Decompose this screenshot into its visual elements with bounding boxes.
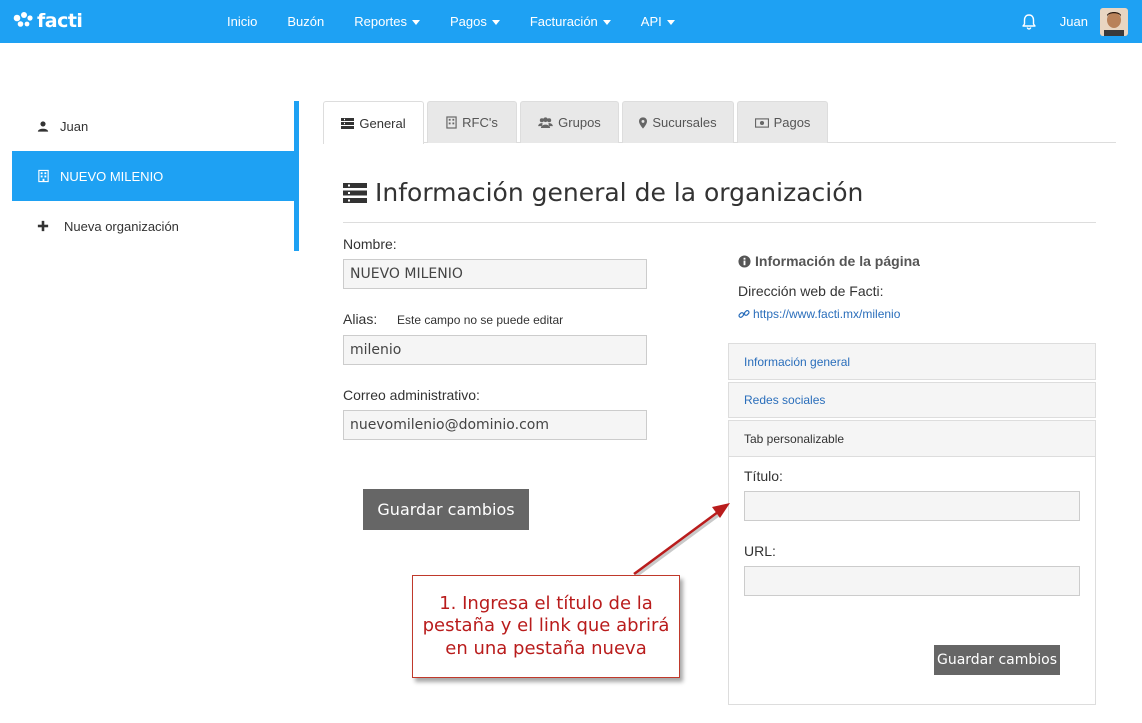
tab-general[interactable]: General	[323, 101, 424, 144]
sidebar-item-nueva-organizacion[interactable]: Nueva organización	[12, 201, 294, 251]
caret-down-icon	[602, 19, 611, 25]
nav-user-area: Juan	[1020, 0, 1128, 43]
sidebar-item-nuevo-milenio[interactable]: NUEVO MILENIO	[12, 151, 294, 201]
divider	[343, 222, 1096, 223]
bell-icon[interactable]	[1020, 13, 1038, 31]
url-label: URL:	[744, 543, 776, 559]
sidebar-item-label: NUEVO MILENIO	[60, 168, 164, 184]
panel-redes-sociales[interactable]: Redes sociales	[728, 382, 1096, 418]
nombre-label: Nombre:	[343, 236, 397, 252]
nav-facturacion[interactable]: Facturación	[515, 14, 626, 29]
caret-down-icon	[491, 19, 500, 25]
nav-label: Facturación	[529, 14, 598, 29]
facti-logo[interactable]: facti	[12, 8, 83, 34]
users-icon	[538, 117, 554, 128]
nav-inicio[interactable]: Inicio	[212, 14, 272, 29]
alias-note: Este campo no se puede editar	[397, 313, 564, 327]
alias-input: milenio	[343, 335, 647, 365]
tab-pagos[interactable]: Pagos	[737, 101, 828, 143]
logo-dots-icon	[13, 12, 33, 27]
nav-label: Inicio	[227, 14, 258, 29]
tab-label: Sucursales	[652, 115, 717, 130]
page-info-title: Información de la página	[738, 253, 920, 269]
nav-label: Pagos	[449, 14, 487, 29]
nav-buzon[interactable]: Buzón	[272, 14, 339, 29]
nav-pagos[interactable]: Pagos	[435, 14, 515, 29]
correo-input[interactable]: nuevomilenio@dominio.com	[343, 410, 647, 440]
settings-tabs: General RFC's Grupos Sucursales Pagos	[323, 101, 1116, 144]
web-address-label: Dirección web de Facti:	[738, 283, 884, 299]
nav-reportes[interactable]: Reportes	[339, 14, 435, 29]
alias-label: Alias:	[343, 311, 378, 327]
building-icon	[446, 116, 457, 129]
nombre-input[interactable]: NUEVO MILENIO	[343, 259, 647, 289]
save-button[interactable]: Guardar cambios	[363, 489, 529, 530]
correo-label: Correo administrativo:	[343, 387, 480, 403]
list-icon	[343, 182, 367, 203]
panel-label: Tab personalizable	[744, 431, 845, 446]
tab-label: General	[359, 115, 406, 131]
sidebar-item-label: Nueva organización	[64, 218, 179, 234]
tab-grupos[interactable]: Grupos	[520, 101, 619, 143]
panel-label: Redes sociales	[744, 393, 826, 407]
map-marker-icon	[639, 116, 648, 129]
user-icon	[36, 119, 50, 133]
sidebar-item-juan[interactable]: Juan	[12, 101, 294, 151]
page-title-text: Información general de la organización	[375, 178, 864, 207]
instruction-callout: 1. Ingresa el título de la pestaña y el …	[412, 575, 680, 678]
top-navbar: facti Inicio Buzón Reportes Pagos Factur…	[0, 0, 1142, 43]
callout-text: 1. Ingresa el título de la pestaña y el …	[422, 592, 670, 659]
nav-api[interactable]: API	[626, 14, 690, 29]
caret-down-icon	[411, 19, 420, 25]
panel-tab-personalizable[interactable]: Tab personalizable	[728, 420, 1096, 457]
tab-label: RFC's	[462, 115, 498, 130]
titulo-input[interactable]	[744, 491, 1080, 521]
sidebar-item-label: Juan	[60, 118, 89, 134]
panel-label: Información general	[744, 354, 851, 369]
url-input[interactable]	[744, 566, 1080, 596]
list-icon	[341, 117, 355, 129]
nav-label: API	[640, 14, 662, 29]
tab-rfcs[interactable]: RFC's	[427, 101, 517, 143]
nav-label: Buzón	[287, 14, 325, 29]
custom-tab-save-button[interactable]: Guardar cambios	[934, 645, 1060, 675]
avatar[interactable]	[1100, 7, 1128, 36]
money-icon	[754, 117, 769, 128]
tab-sucursales[interactable]: Sucursales	[622, 101, 734, 143]
page-info-title-text: Información de la página	[755, 253, 920, 269]
tab-label: Grupos	[558, 115, 601, 130]
caret-down-icon	[666, 19, 675, 25]
facti-url-text: https://www.facti.mx/milenio	[753, 307, 901, 321]
tab-label: Pagos	[773, 115, 811, 130]
facti-url-link[interactable]: https://www.facti.mx/milenio	[738, 307, 900, 321]
page-title: Información general de la organización	[343, 178, 863, 207]
organization-sidebar: Juan NUEVO MILENIO Nueva organización	[12, 101, 299, 251]
plus-icon	[36, 219, 50, 233]
avatar-image	[1100, 7, 1128, 36]
info-circle-icon	[738, 254, 751, 268]
link-icon	[738, 310, 750, 318]
main-nav: Inicio Buzón Reportes Pagos Facturación …	[212, 0, 690, 43]
brand-name: facti	[37, 10, 83, 32]
nav-label: Reportes	[354, 14, 407, 29]
building-icon	[36, 169, 50, 183]
titulo-label: Título:	[744, 468, 783, 484]
panel-informacion-general[interactable]: Información general	[728, 343, 1096, 380]
user-name[interactable]: Juan	[1060, 14, 1088, 29]
